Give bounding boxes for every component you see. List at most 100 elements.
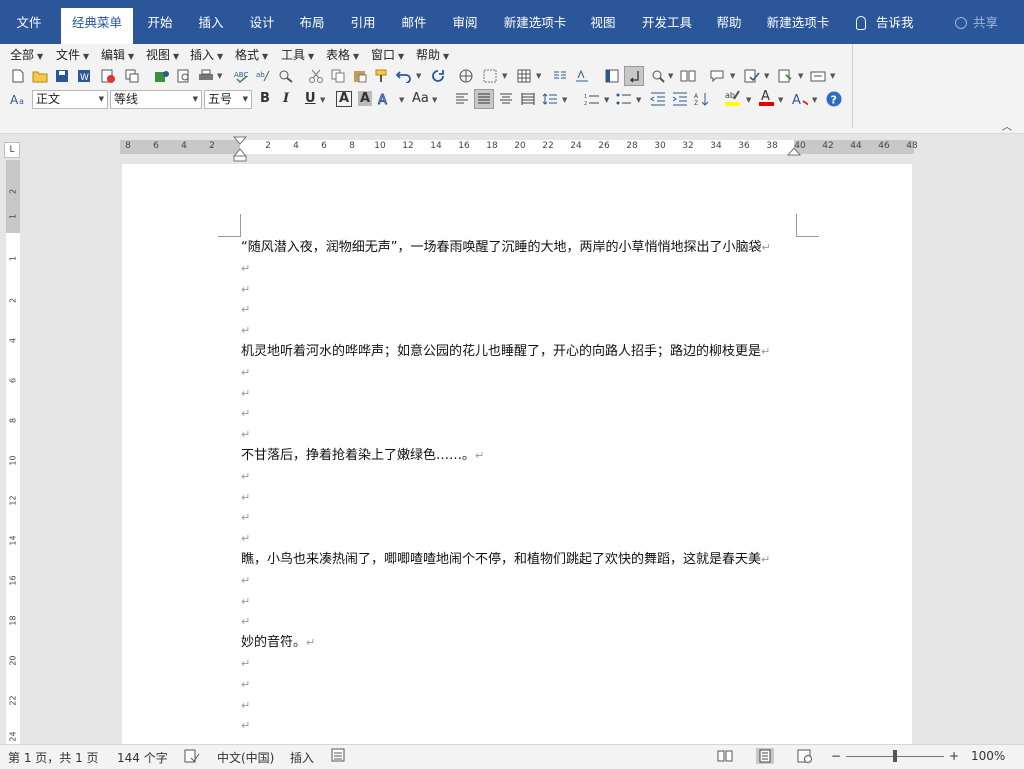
indent-marker-icon[interactable] [233, 136, 247, 162]
empty-paragraph[interactable]: ↵ [241, 488, 250, 508]
numbering-icon[interactable]: 12 [584, 91, 600, 107]
text-effects-dropdown-icon[interactable]: ▼ [399, 96, 404, 104]
hyperlink-icon[interactable] [458, 68, 474, 84]
table-dropdown-icon[interactable]: ▼ [536, 72, 541, 80]
text-effects-icon[interactable]: A [378, 91, 394, 107]
copy-icon[interactable] [330, 68, 346, 84]
empty-paragraph[interactable]: ↵ [241, 529, 250, 549]
borders-icon[interactable] [482, 68, 498, 84]
lookup-icon[interactable] [278, 68, 294, 84]
tab-new-tab-1[interactable]: 新建选项卡 [497, 6, 573, 40]
empty-paragraph[interactable]: ↵ [241, 363, 250, 383]
help-icon[interactable]: ? [826, 91, 842, 107]
format-painter-icon[interactable] [374, 68, 390, 84]
insert-mode-indicator[interactable]: 插入 [290, 749, 314, 766]
word-count[interactable]: 144 个字 [117, 749, 168, 766]
paragraph-line[interactable]: 机灵地听着河水的哗哗声；如意公园的花儿也睡醒了，开心的向路人招手；路边的柳枝更是… [241, 342, 770, 362]
reject-change-icon[interactable] [810, 68, 826, 84]
redo-icon[interactable] [430, 68, 446, 84]
document-map-icon[interactable] [604, 68, 620, 84]
spelling-icon[interactable]: ABC [234, 68, 250, 84]
tab-help[interactable]: 帮助 [707, 6, 751, 40]
menu-edit[interactable]: 编辑 ▼ [101, 46, 134, 63]
table-icon[interactable] [516, 68, 532, 84]
tab-home[interactable]: 开始 [138, 6, 182, 40]
line-spacing-dropdown-icon[interactable]: ▼ [562, 96, 567, 104]
empty-paragraph[interactable]: ↵ [241, 696, 250, 716]
research-icon[interactable]: ab [256, 68, 272, 84]
zoom-out-button[interactable]: − [831, 749, 841, 763]
web-layout-icon[interactable] [796, 748, 814, 764]
italic-button[interactable]: I [283, 91, 289, 106]
cut-icon[interactable] [308, 68, 324, 84]
language-indicator[interactable]: 中文(中国) [217, 749, 274, 766]
columns-icon[interactable] [552, 68, 568, 84]
undo-dropdown-icon[interactable]: ▼ [416, 72, 421, 80]
save-as-word-icon[interactable]: W [76, 68, 92, 84]
underline-dropdown-icon[interactable]: ▼ [320, 96, 325, 104]
increase-indent-icon[interactable] [672, 91, 688, 107]
change-case-dropdown-icon[interactable]: ▼ [432, 96, 437, 104]
highlight-icon[interactable]: ab [724, 89, 740, 106]
decrease-indent-icon[interactable] [650, 91, 666, 107]
menu-format[interactable]: 格式 ▼ [235, 46, 268, 63]
menu-insert[interactable]: 插入 ▼ [190, 46, 223, 63]
reject-dropdown-icon[interactable]: ▼ [830, 72, 835, 80]
tab-references[interactable]: 引用 [341, 6, 385, 40]
close-document-icon[interactable] [100, 68, 116, 84]
new-document-icon[interactable] [10, 68, 26, 84]
menu-window[interactable]: 窗口 ▼ [371, 46, 404, 63]
reading-mode-icon[interactable] [680, 68, 696, 84]
comment-dropdown-icon[interactable]: ▼ [730, 72, 735, 80]
tab-layout[interactable]: 布局 [290, 6, 334, 40]
accept-dropdown-icon[interactable]: ▼ [798, 72, 803, 80]
underline-button[interactable]: U [305, 91, 316, 106]
paste-icon[interactable] [352, 68, 368, 84]
paragraph-line[interactable]: 不甘落后，挣着抢着染上了嫩绿色……。↵ [241, 446, 484, 466]
justify-icon[interactable] [474, 89, 494, 109]
document-page[interactable]: “随风潜入夜，润物细无声”，一场春雨唤醒了沉睡的大地，两岸的小草悄悄地探出了小脑… [122, 164, 912, 744]
print-preview-icon[interactable] [176, 68, 192, 84]
empty-paragraph[interactable]: ↵ [241, 425, 250, 445]
tell-me-button[interactable]: 告诉我 [856, 6, 914, 40]
empty-paragraph[interactable]: ↵ [241, 384, 250, 404]
print-layout-icon[interactable] [756, 748, 774, 764]
read-mode-icon[interactable] [716, 748, 734, 764]
character-border-button[interactable]: A [336, 91, 353, 107]
font-size-select[interactable]: 五号 ▼ [204, 90, 252, 109]
clear-formatting-icon[interactable]: A [792, 91, 808, 107]
align-left-icon[interactable] [454, 91, 470, 107]
styles-icon[interactable]: Aa [10, 91, 26, 107]
empty-paragraph[interactable]: ↵ [241, 280, 250, 300]
tab-new-tab-2[interactable]: 新建选项卡 [760, 6, 836, 40]
tab-developer[interactable]: 开发工具 [637, 6, 697, 40]
empty-paragraph[interactable]: ↵ [241, 675, 250, 695]
borders-dropdown-icon[interactable]: ▼ [502, 72, 507, 80]
empty-paragraph[interactable]: ↵ [241, 612, 250, 632]
properties-icon[interactable] [124, 68, 140, 84]
menu-tools[interactable]: 工具 ▼ [281, 46, 314, 63]
undo-icon[interactable] [396, 68, 412, 84]
zoom-in-button[interactable]: + [949, 749, 959, 763]
menu-file[interactable]: 文件 ▼ [56, 46, 89, 63]
style-select[interactable]: 正文 ▼ [32, 90, 108, 109]
tab-review[interactable]: 审阅 [443, 6, 487, 40]
paragraph-line[interactable]: “随风潜入夜，润物细无声”，一场春雨唤醒了沉睡的大地，两岸的小草悄悄地探出了小脑… [241, 238, 771, 258]
empty-paragraph[interactable]: ↵ [241, 321, 250, 341]
font-color-dropdown-icon[interactable]: ▼ [778, 96, 783, 104]
show-paragraph-marks-icon[interactable] [624, 66, 644, 86]
numbering-dropdown-icon[interactable]: ▼ [604, 96, 609, 104]
tab-insert[interactable]: 插入 [189, 6, 233, 40]
menu-all[interactable]: 全部 ▼ [10, 46, 43, 63]
bullets-dropdown-icon[interactable]: ▼ [636, 96, 641, 104]
sort-icon[interactable]: AZ [694, 91, 710, 107]
comment-icon[interactable] [710, 68, 726, 84]
paragraph-line[interactable]: 瞧，小鸟也来凑热闹了，唧唧喳喳地闹个不停，和植物们跳起了欢快的舞蹈，这就是春天美… [241, 550, 770, 570]
empty-paragraph[interactable]: ↵ [241, 654, 250, 674]
change-case-button[interactable]: Aa [412, 91, 429, 106]
bold-button[interactable]: B [260, 91, 270, 106]
vertical-ruler[interactable]: 2 1 1 2 4 6 8 10 12 14 16 18 20 22 24 [6, 160, 20, 744]
line-spacing-icon[interactable] [542, 91, 558, 107]
empty-paragraph[interactable]: ↵ [241, 404, 250, 424]
empty-paragraph[interactable]: ↵ [241, 259, 250, 279]
